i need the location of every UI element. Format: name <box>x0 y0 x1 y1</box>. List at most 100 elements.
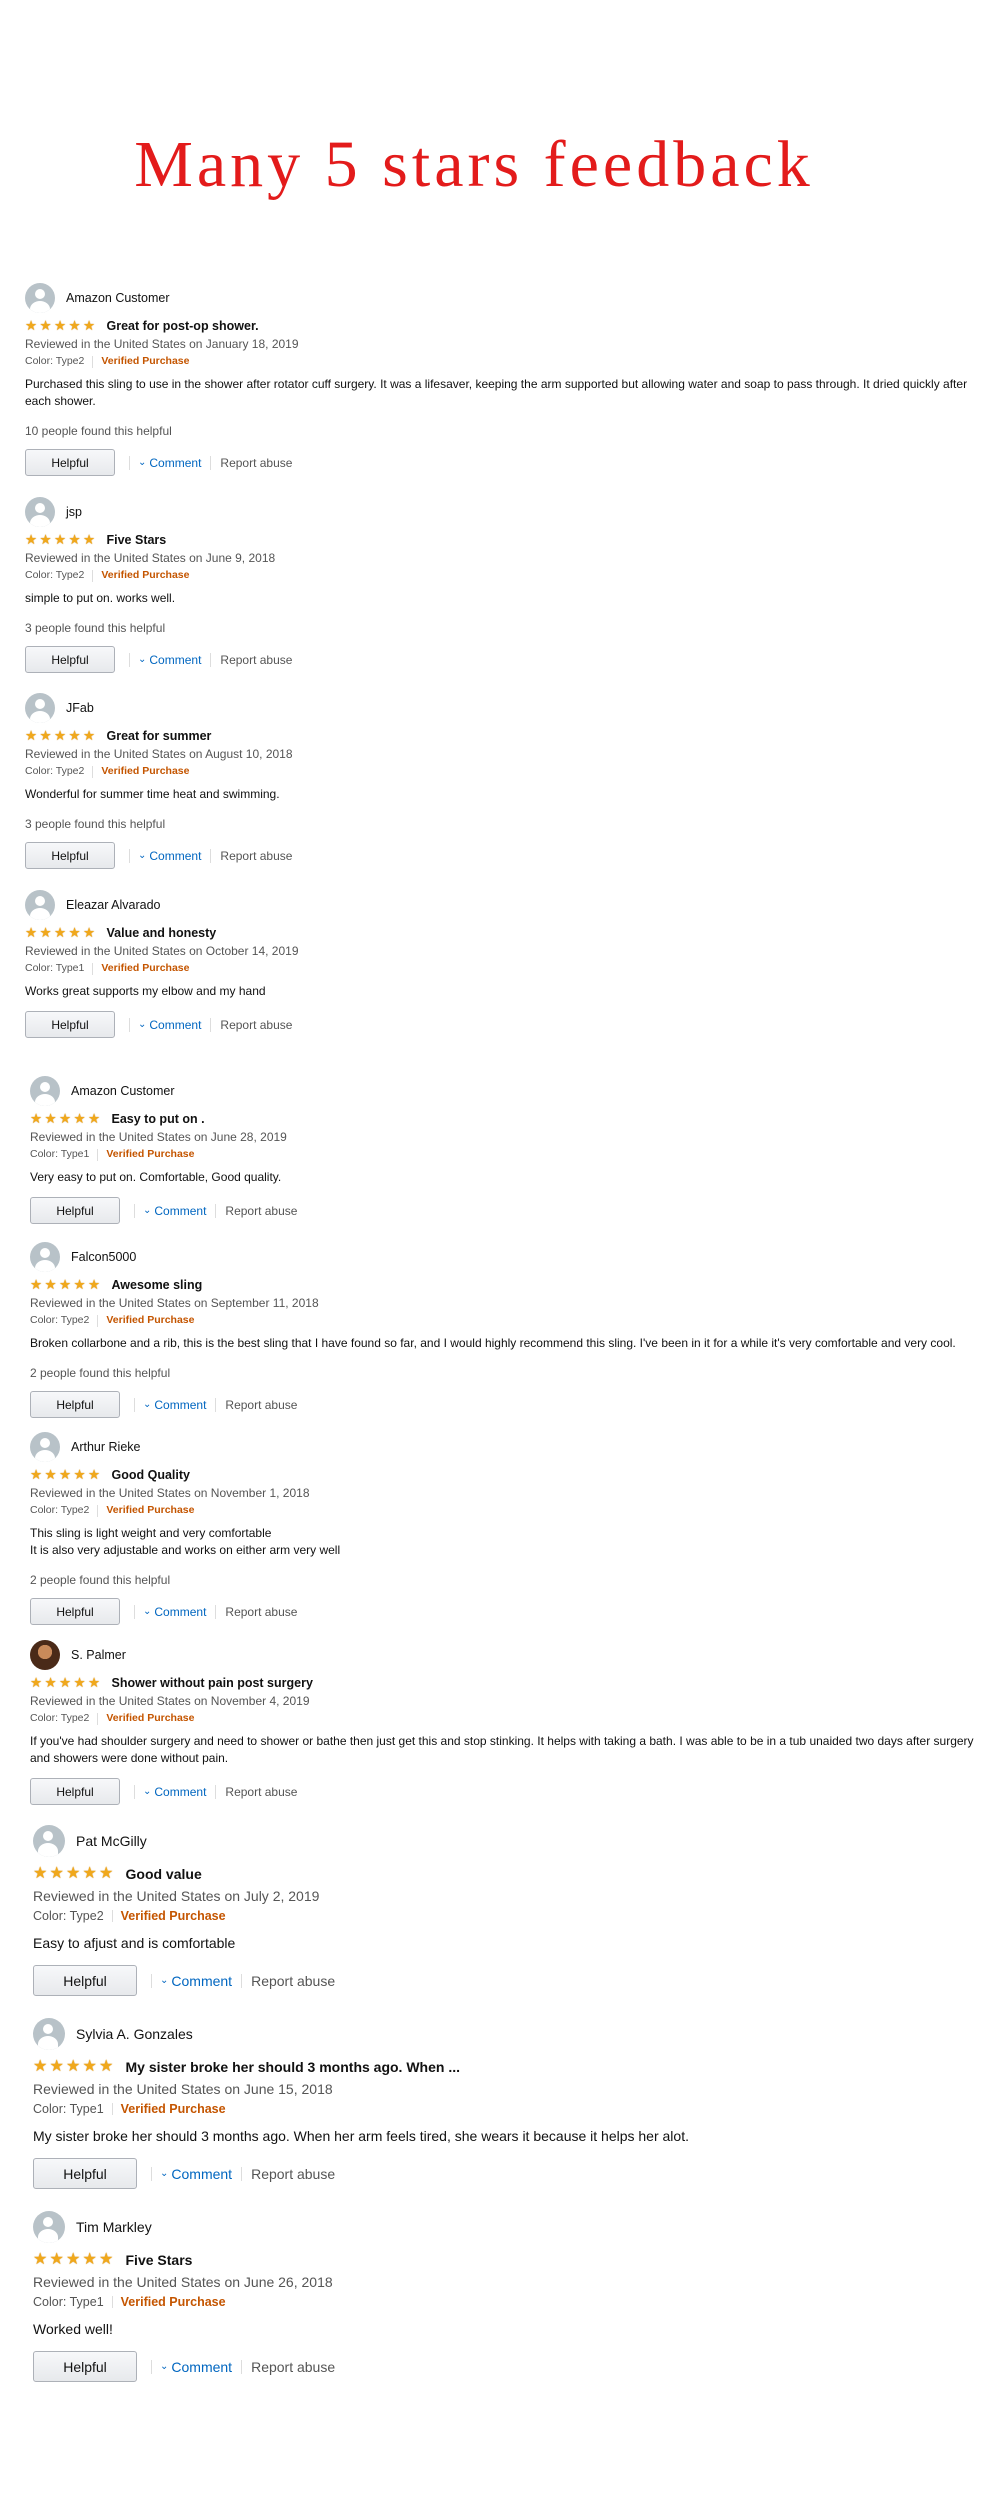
report-abuse-link[interactable]: Report abuse <box>225 1785 297 1799</box>
reviewer-profile[interactable]: JFab <box>25 693 975 723</box>
report-abuse-link[interactable]: Report abuse <box>220 1018 292 1032</box>
color-variant[interactable]: Color: Type2 <box>25 353 84 370</box>
star-rating[interactable]: ★ ★ ★ ★ ★ <box>25 533 98 547</box>
review-title[interactable]: Good value <box>126 1866 202 1882</box>
comment-link[interactable]: ⌄ Comment <box>160 1973 232 1989</box>
review-title[interactable]: Shower without pain post surgery <box>112 1676 313 1690</box>
report-abuse-link[interactable]: Report abuse <box>251 2359 335 2375</box>
reviewer-profile[interactable]: Amazon Customer <box>25 283 975 313</box>
reviewer-name[interactable]: S. Palmer <box>71 1648 126 1662</box>
comment-link[interactable]: ⌄ Comment <box>160 2359 232 2375</box>
color-variant[interactable]: Color: Type1 <box>30 1146 89 1163</box>
reviewer-name[interactable]: Arthur Rieke <box>71 1440 140 1454</box>
reviewer-profile[interactable]: Sylvia A. Gonzales <box>33 2018 973 2050</box>
helpful-button[interactable]: Helpful <box>30 1391 120 1418</box>
helpful-button[interactable]: Helpful <box>33 2351 137 2382</box>
review-date: Reviewed in the United States on June 15… <box>33 2081 333 2097</box>
comment-link[interactable]: ⌄ Comment <box>143 1398 206 1412</box>
color-variant[interactable]: Color: Type1 <box>33 2099 104 2119</box>
star-rating[interactable]: ★ ★ ★ ★ ★ <box>30 1112 103 1126</box>
comment-link[interactable]: ⌄ Comment <box>143 1785 206 1799</box>
comment-label: Comment <box>154 1203 207 1218</box>
star-icon: ★ <box>73 1467 86 1483</box>
helpful-button[interactable]: Helpful <box>33 2158 137 2189</box>
reviewer-name[interactable]: Amazon Customer <box>66 291 170 305</box>
star-rating[interactable]: ★ ★ ★ ★ ★ <box>33 2059 116 2075</box>
comment-link[interactable]: ⌄ Comment <box>138 456 201 470</box>
reviewer-profile[interactable]: jsp <box>25 497 975 527</box>
comment-link[interactable]: ⌄ Comment <box>143 1204 206 1218</box>
reviewer-name[interactable]: Eleazar Alvarado <box>66 898 161 912</box>
star-icon: ★ <box>25 728 38 744</box>
reviewer-name[interactable]: JFab <box>66 701 94 715</box>
report-abuse-link[interactable]: Report abuse <box>225 1398 297 1412</box>
star-rating[interactable]: ★ ★ ★ ★ ★ <box>30 1278 103 1292</box>
report-abuse-link[interactable]: Report abuse <box>251 1973 335 1989</box>
star-rating[interactable]: ★ ★ ★ ★ ★ <box>30 1676 103 1690</box>
helpful-button[interactable]: Helpful <box>30 1197 120 1224</box>
review-title[interactable]: Great for post-op shower. <box>107 319 259 333</box>
reviewer-profile[interactable]: Amazon Customer <box>30 1076 980 1106</box>
review-title[interactable]: Five Stars <box>126 2252 193 2268</box>
comment-label: Comment <box>171 1972 233 1989</box>
helpful-button[interactable]: Helpful <box>30 1598 120 1625</box>
star-rating[interactable]: ★ ★ ★ ★ ★ <box>25 729 98 743</box>
reviewer-name[interactable]: Amazon Customer <box>71 1084 175 1098</box>
reviewer-name[interactable]: Pat McGilly <box>76 1833 147 1849</box>
review-body-line: Broken collarbone and a rib, this is the… <box>30 1336 956 1350</box>
report-abuse-link[interactable]: Report abuse <box>225 1605 297 1619</box>
color-variant[interactable]: Color: Type2 <box>25 567 84 584</box>
color-variant[interactable]: Color: Type2 <box>30 1502 89 1519</box>
reviewer-profile[interactable]: Falcon5000 <box>30 1242 980 1272</box>
reviewer-profile[interactable]: Tim Markley <box>33 2211 973 2243</box>
reviewer-profile[interactable]: S. Palmer <box>30 1640 980 1670</box>
star-rating[interactable]: ★ ★ ★ ★ ★ <box>30 1468 103 1482</box>
review-title[interactable]: Great for summer <box>107 729 212 743</box>
color-variant[interactable]: Color: Type2 <box>30 1312 89 1329</box>
color-variant[interactable]: Color: Type2 <box>33 1906 104 1926</box>
divider <box>97 1712 99 1725</box>
helpful-button[interactable]: Helpful <box>25 449 115 476</box>
color-variant[interactable]: Color: Type2 <box>30 1710 89 1727</box>
report-abuse-link[interactable]: Report abuse <box>225 1204 297 1218</box>
comment-link[interactable]: ⌄ Comment <box>138 849 201 863</box>
reviewer-name[interactable]: Tim Markley <box>76 2219 152 2235</box>
report-abuse-link[interactable]: Report abuse <box>220 653 292 667</box>
reviewer-name[interactable]: Sylvia A. Gonzales <box>76 2026 193 2042</box>
review-title[interactable]: Value and honesty <box>107 926 217 940</box>
review-date: Reviewed in the United States on Septemb… <box>30 1296 319 1310</box>
comment-link[interactable]: ⌄ Comment <box>160 2166 232 2182</box>
color-variant[interactable]: Color: Type2 <box>25 763 84 780</box>
comment-link[interactable]: ⌄ Comment <box>138 1018 201 1032</box>
star-icon: ★ <box>39 318 52 334</box>
report-abuse-link[interactable]: Report abuse <box>251 2166 335 2182</box>
star-rating[interactable]: ★ ★ ★ ★ ★ <box>33 2252 116 2268</box>
helpful-button[interactable]: Helpful <box>25 646 115 673</box>
color-variant[interactable]: Color: Type1 <box>33 2292 104 2312</box>
helpful-button[interactable]: Helpful <box>25 842 115 869</box>
star-icon: ★ <box>82 2058 97 2075</box>
report-abuse-link[interactable]: Report abuse <box>220 849 292 863</box>
color-variant[interactable]: Color: Type1 <box>25 960 84 977</box>
reviewer-profile[interactable]: Arthur Rieke <box>30 1432 980 1462</box>
review-title[interactable]: Awesome sling <box>112 1278 203 1292</box>
star-rating[interactable]: ★ ★ ★ ★ ★ <box>25 926 98 940</box>
review-title[interactable]: Good Quality <box>112 1468 190 1482</box>
reviewer-name[interactable]: Falcon5000 <box>71 1250 136 1264</box>
helpful-button[interactable]: Helpful <box>25 1011 115 1038</box>
divider <box>134 1604 135 1619</box>
star-rating[interactable]: ★ ★ ★ ★ ★ <box>25 319 98 333</box>
review-title[interactable]: My sister broke her should 3 months ago.… <box>126 2059 461 2075</box>
helpful-button[interactable]: Helpful <box>30 1778 120 1805</box>
review-title[interactable]: Five Stars <box>107 533 167 547</box>
report-abuse-link[interactable]: Report abuse <box>220 456 292 470</box>
star-icon: ★ <box>54 532 67 548</box>
star-rating[interactable]: ★ ★ ★ ★ ★ <box>33 1866 116 1882</box>
reviewer-profile[interactable]: Pat McGilly <box>33 1825 973 1857</box>
comment-link[interactable]: ⌄ Comment <box>138 653 201 667</box>
reviewer-name[interactable]: jsp <box>66 505 82 519</box>
comment-link[interactable]: ⌄ Comment <box>143 1605 206 1619</box>
helpful-button[interactable]: Helpful <box>33 1965 137 1996</box>
reviewer-profile[interactable]: Eleazar Alvarado <box>25 890 975 920</box>
review-title[interactable]: Easy to put on . <box>112 1112 205 1126</box>
